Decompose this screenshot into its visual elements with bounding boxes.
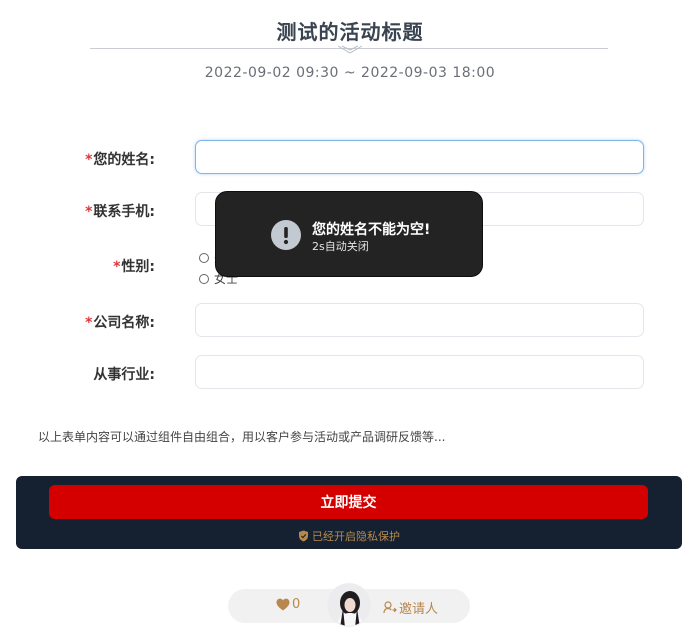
title-divider-ornament: [337, 45, 363, 54]
required-mark: *: [85, 152, 93, 168]
name-input[interactable]: [195, 140, 644, 174]
submit-panel: 立即提交 已经开启隐私保护: [16, 476, 682, 549]
required-mark: *: [113, 259, 121, 275]
avatar-image: [328, 584, 370, 626]
company-label: *公司名称:: [85, 315, 155, 331]
form-row-name: *您的姓名:: [0, 140, 700, 176]
phone-label: *联系手机:: [85, 204, 155, 220]
invite-label: 邀请人: [399, 602, 439, 617]
privacy-text: 已经开启隐私保护: [312, 530, 400, 543]
required-mark: *: [85, 204, 93, 220]
toast-message: 您的姓名不能为空!: [312, 222, 431, 238]
industry-label: 从事行业:: [93, 367, 155, 383]
like-button[interactable]: 0: [276, 597, 300, 612]
invite-button[interactable]: 邀请人: [383, 598, 438, 617]
required-mark: *: [85, 315, 93, 331]
privacy-notice: 已经开启隐私保护: [16, 528, 682, 544]
radio-button[interactable]: [199, 273, 209, 284]
page-title: 测试的活动标题: [276, 20, 424, 44]
invite-icon: [383, 601, 397, 614]
form-note: 以上表单内容可以通过组件自由组合，用以客户参与活动或产品调研反馈等...: [38, 430, 446, 444]
industry-input[interactable]: [195, 355, 644, 389]
social-bar: 0 邀请人: [228, 583, 470, 627]
form-row-company: *公司名称:: [0, 303, 700, 339]
company-input[interactable]: [195, 303, 644, 337]
avatar[interactable]: [327, 583, 371, 627]
event-date-range: 2022-09-02 09:30 ~ 2022-09-03 18:00: [204, 65, 496, 81]
validation-toast: 您的姓名不能为空! 2s自动关闭: [215, 191, 483, 277]
name-label: *您的姓名:: [85, 152, 155, 168]
like-count: 0: [292, 597, 301, 612]
heart-icon: [276, 598, 290, 611]
radio-button[interactable]: [199, 252, 209, 263]
submit-button[interactable]: 立即提交: [49, 485, 648, 519]
gender-label: *性别:: [113, 259, 155, 275]
form-row-industry: 从事行业:: [0, 355, 700, 391]
exclamation-icon: [271, 220, 301, 250]
toast-autoclose-text: 2s自动关闭: [312, 240, 369, 253]
shield-icon: [299, 530, 308, 542]
